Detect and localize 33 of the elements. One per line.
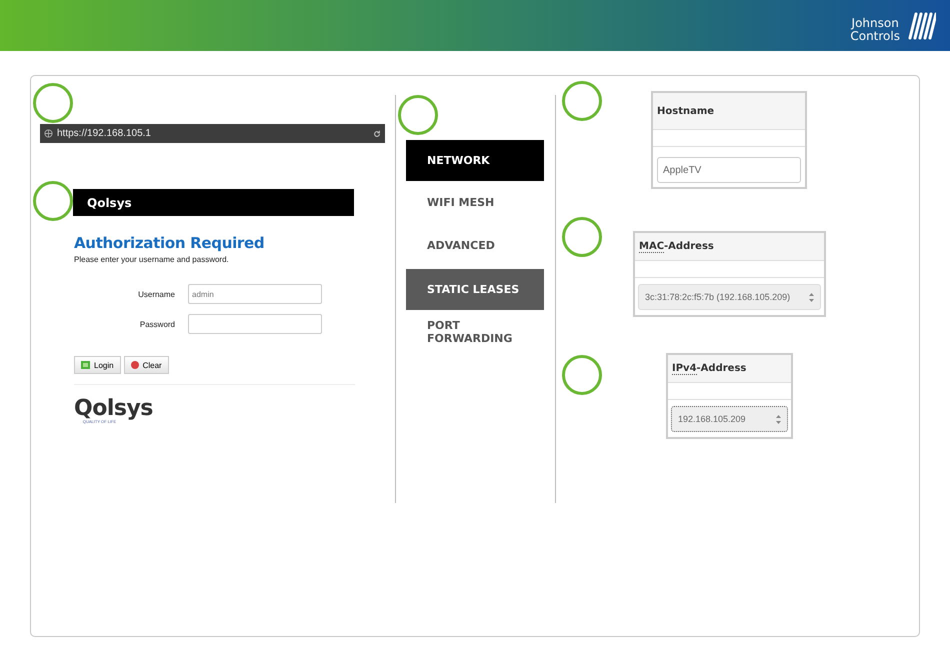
login-subtitle: Please enter your username and password.	[74, 255, 230, 264]
login-button[interactable]: Login	[74, 356, 121, 374]
step-circle	[562, 355, 602, 395]
field-label: Username	[137, 290, 176, 298]
menu-item[interactable]: STATIC LEASES	[406, 269, 544, 310]
globe-icon	[44, 129, 53, 138]
select-arrows-icon	[809, 292, 814, 302]
step-circle	[398, 95, 438, 135]
company-logo: Johnson Controls	[850, 16, 900, 42]
input-field[interactable]	[188, 314, 322, 334]
menu-item[interactable]: ADVANCED	[406, 224, 544, 267]
login-icon	[81, 361, 90, 369]
reload-icon[interactable]	[373, 130, 381, 138]
hostname-field[interactable]: AppleTV	[657, 157, 801, 183]
column-header: IPv4-Address	[668, 355, 791, 383]
menu-item[interactable]: WIFI MESH	[406, 181, 544, 224]
menu-item[interactable]: PORT FORWARDING	[406, 310, 544, 353]
step-circle	[562, 81, 602, 121]
select-arrows-icon	[776, 414, 781, 424]
select-field[interactable]: 3c:31:78:2c:f5:7b (192.168.105.209)	[638, 284, 821, 310]
column-header: MAC-Address	[635, 233, 824, 261]
column-header: Hostname	[653, 93, 805, 130]
url-text: https://192.168.105.1	[57, 128, 152, 139]
menu-item[interactable]: NETWORK	[406, 140, 544, 181]
address-bar[interactable]: https://192.168.105.1	[40, 124, 385, 143]
login-title: Authorization Required	[74, 234, 266, 252]
banner-logo: Qolsys	[87, 196, 132, 210]
select-field[interactable]: 192.168.105.209	[671, 406, 788, 432]
stop-icon	[130, 361, 139, 369]
input-field[interactable]: admin	[188, 284, 322, 304]
clear-button[interactable]: Clear	[124, 356, 169, 374]
field-label: Password	[138, 320, 176, 328]
step-circle	[562, 217, 602, 257]
